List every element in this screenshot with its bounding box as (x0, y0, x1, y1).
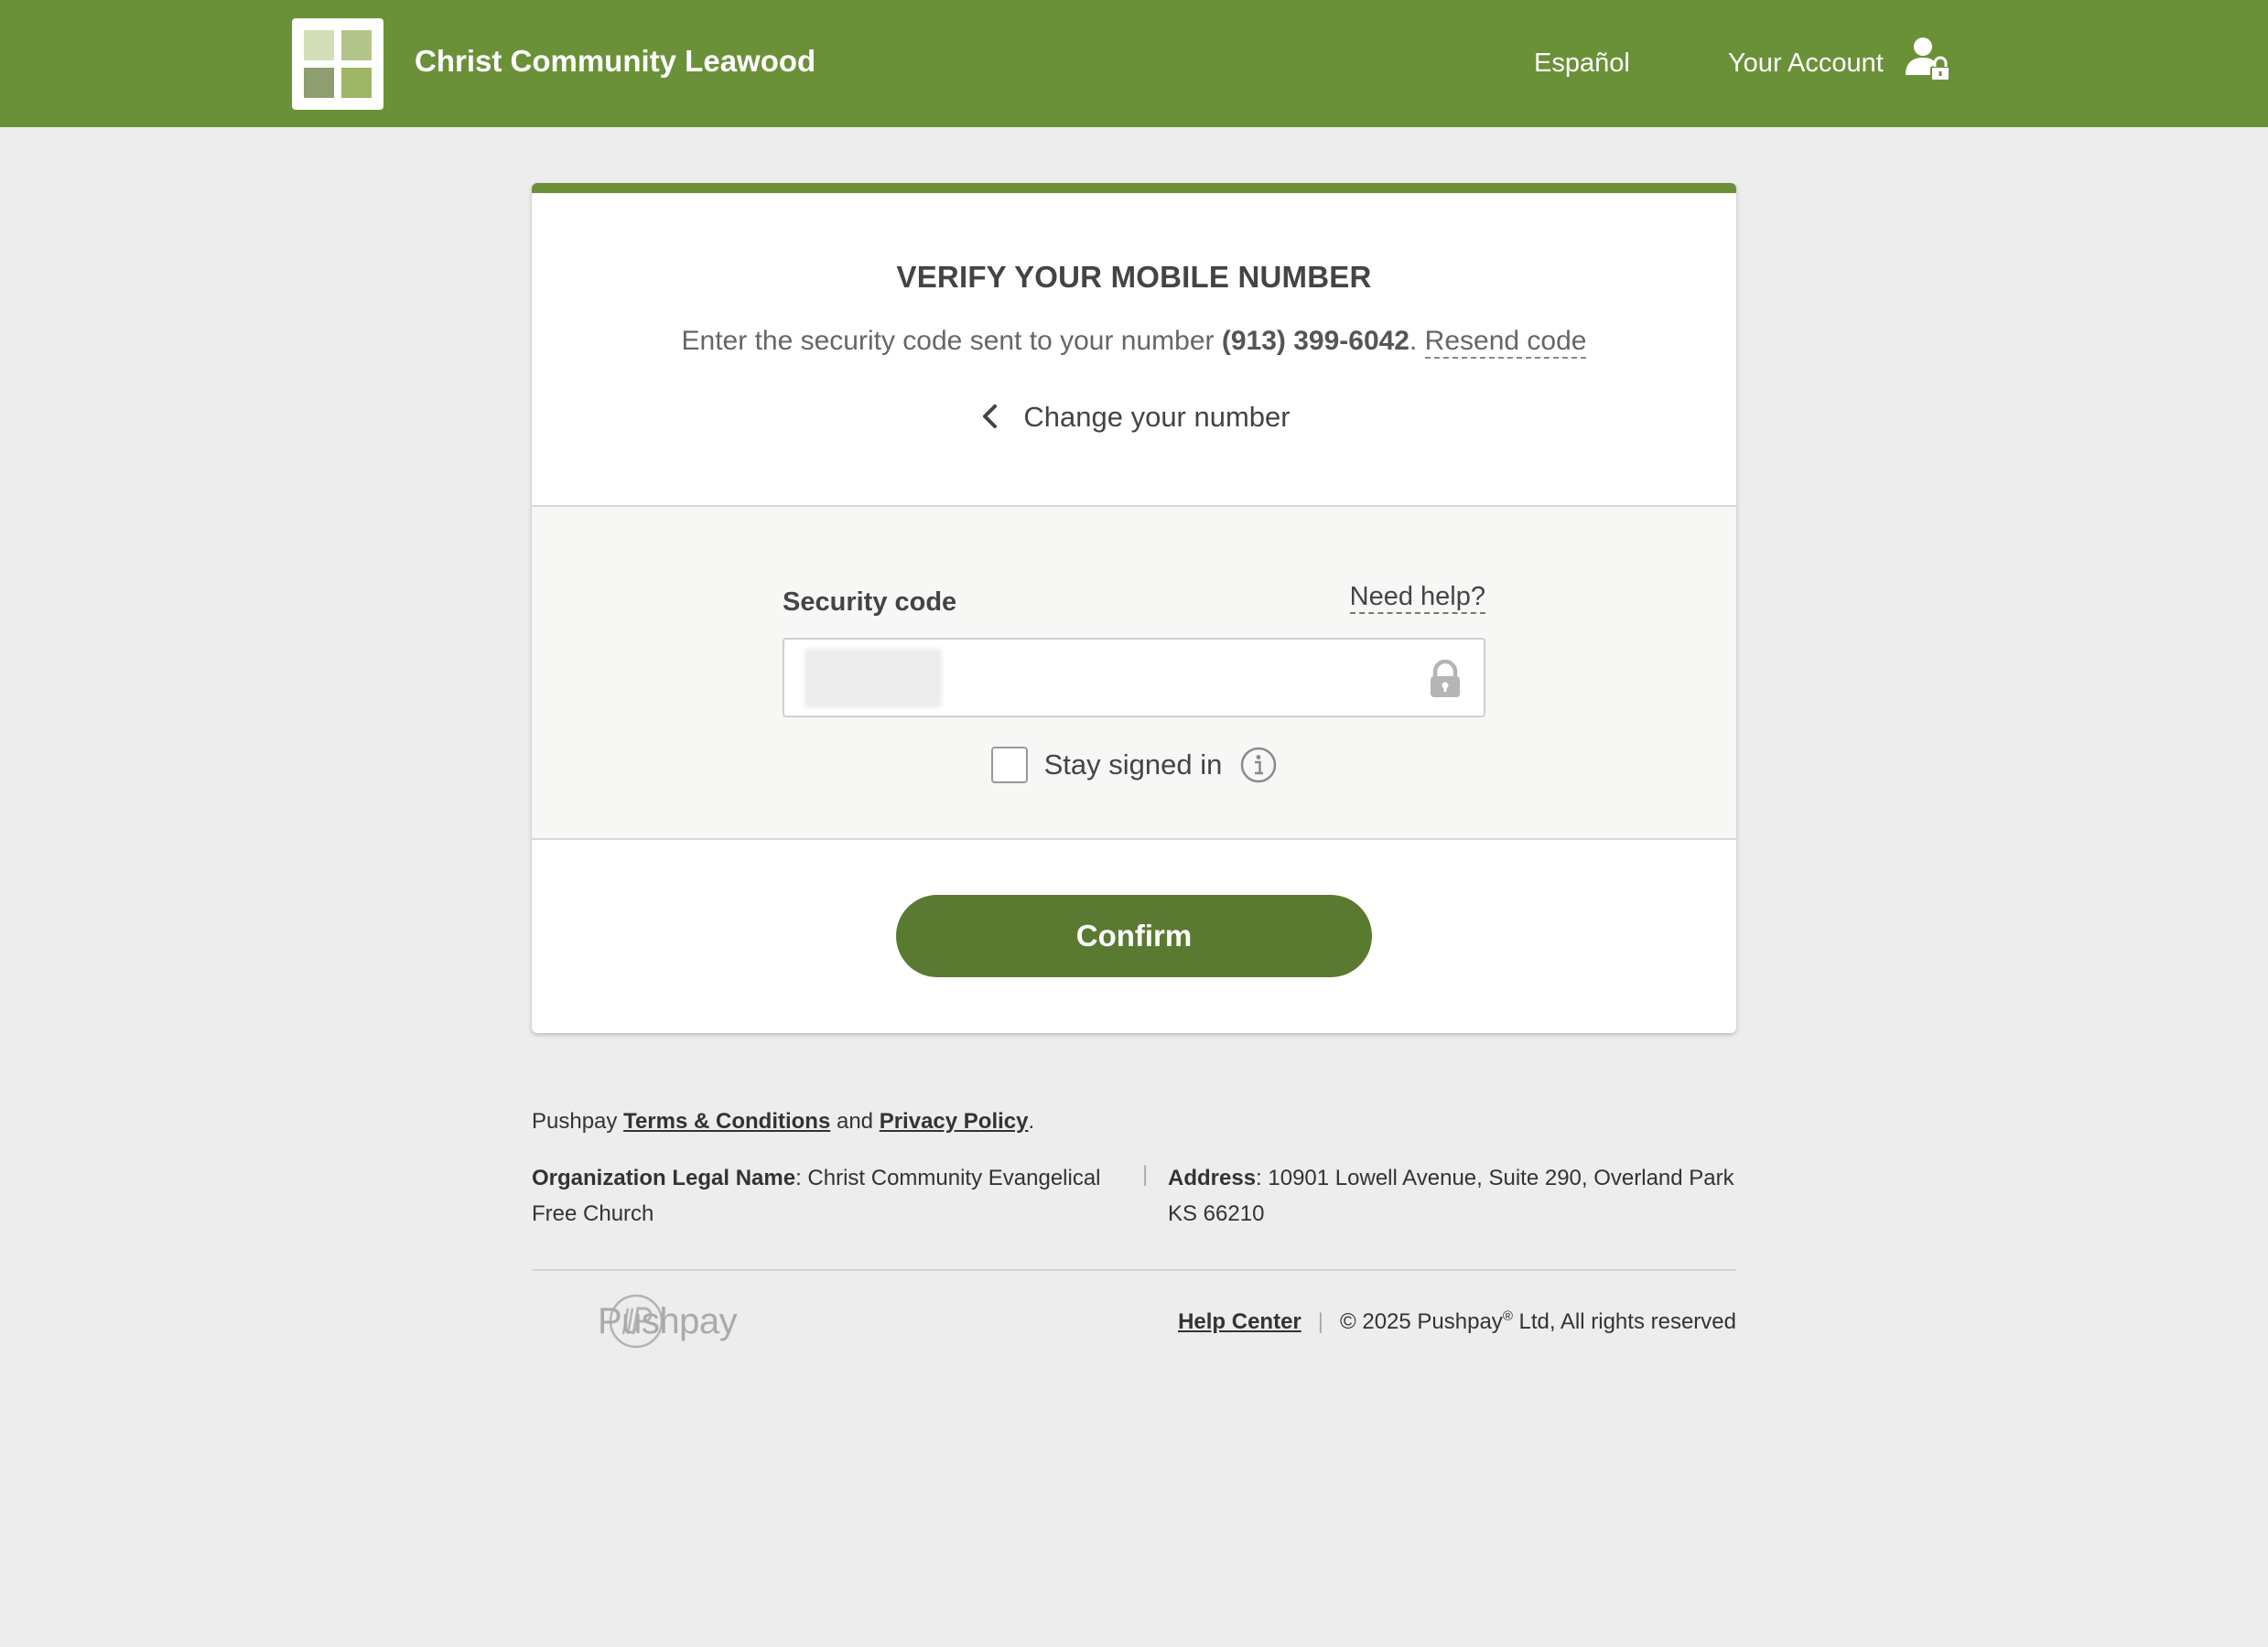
account-lock-icon[interactable] (1904, 35, 1953, 84)
stay-signed-in-row: Stay signed in (532, 747, 1736, 783)
change-number-link[interactable]: Change your number (532, 401, 1736, 434)
church-logo[interactable] (292, 18, 383, 110)
page-title: VERIFY YOUR MOBILE NUMBER (896, 260, 1372, 294)
instruction-prefix: Enter the security code sent to your num… (681, 326, 1222, 356)
legal-prefix: Pushpay (532, 1109, 624, 1134)
privacy-link[interactable]: Privacy Policy (880, 1109, 1029, 1134)
address-label: Address (1168, 1166, 1257, 1190)
card-accent-bar (532, 183, 1736, 193)
lock-icon (1431, 660, 1460, 697)
footer-legal-links: Pushpay Terms & Conditions and Privacy P… (532, 1109, 1034, 1135)
footer-divider (532, 1269, 1736, 1271)
change-number-label: Change your number (1023, 401, 1291, 433)
logo-quadrant (340, 67, 372, 98)
info-icon[interactable] (1240, 747, 1277, 783)
need-help-link[interactable]: Need help? (1349, 582, 1485, 614)
verify-card: VERIFY YOUR MOBILE NUMBER Enter the secu… (532, 183, 1736, 1033)
code-entry-section: Security code Need help? Stay signed in (532, 505, 1736, 840)
instruction-text: Enter the security code sent to your num… (532, 326, 1736, 359)
account-link[interactable]: Your Account (1728, 48, 1884, 79)
terms-link[interactable]: Terms & Conditions (623, 1109, 830, 1134)
security-code-input[interactable] (784, 640, 1484, 716)
organization-address: Address: 10901 Lowell Avenue, Suite 290,… (1168, 1160, 1754, 1232)
security-code-label: Security code (783, 587, 957, 617)
confirm-button[interactable]: Confirm (896, 895, 1372, 977)
instruction-suffix: . (1409, 326, 1425, 356)
footer-separator: | (1317, 1309, 1323, 1334)
registered-mark: ® (1502, 1308, 1513, 1324)
phone-number: (913) 399-6042 (1221, 326, 1409, 356)
organization-legal-name: Organization Legal Name: Christ Communit… (532, 1160, 1118, 1232)
logo-quadrant (340, 30, 372, 61)
org-label: Organization Legal Name (532, 1166, 796, 1190)
resend-code-link[interactable]: Resend code (1424, 326, 1587, 359)
stay-signed-in-checkbox[interactable] (990, 747, 1028, 783)
stay-signed-in-label[interactable]: Stay signed in (1044, 748, 1223, 781)
pushpay-brand-name: Pushpay (598, 1301, 738, 1341)
copyright-prefix: © 2025 Pushpay (1340, 1309, 1503, 1334)
logo-quadrant (304, 30, 335, 61)
site-title[interactable]: Christ Community Leawood (415, 44, 815, 79)
address-separator: | (1142, 1162, 1149, 1187)
site-header: Christ Community Leawood Español Your Ac… (0, 0, 2268, 127)
legal-period: . (1028, 1109, 1035, 1134)
logo-cross-horizontal (299, 60, 376, 68)
help-center-link[interactable]: Help Center (1178, 1309, 1301, 1334)
logo-quadrant (304, 67, 335, 98)
legal-and: and (830, 1109, 880, 1134)
chevron-left-icon (983, 404, 998, 428)
security-code-field[interactable] (783, 638, 1485, 717)
language-link[interactable]: Español (1534, 48, 1630, 79)
copyright-suffix: Ltd, All rights reserved (1512, 1309, 1736, 1334)
footer-bottom-bar: Help Center | © 2025 Pushpay® Ltd, All rig… (1178, 1308, 1736, 1335)
